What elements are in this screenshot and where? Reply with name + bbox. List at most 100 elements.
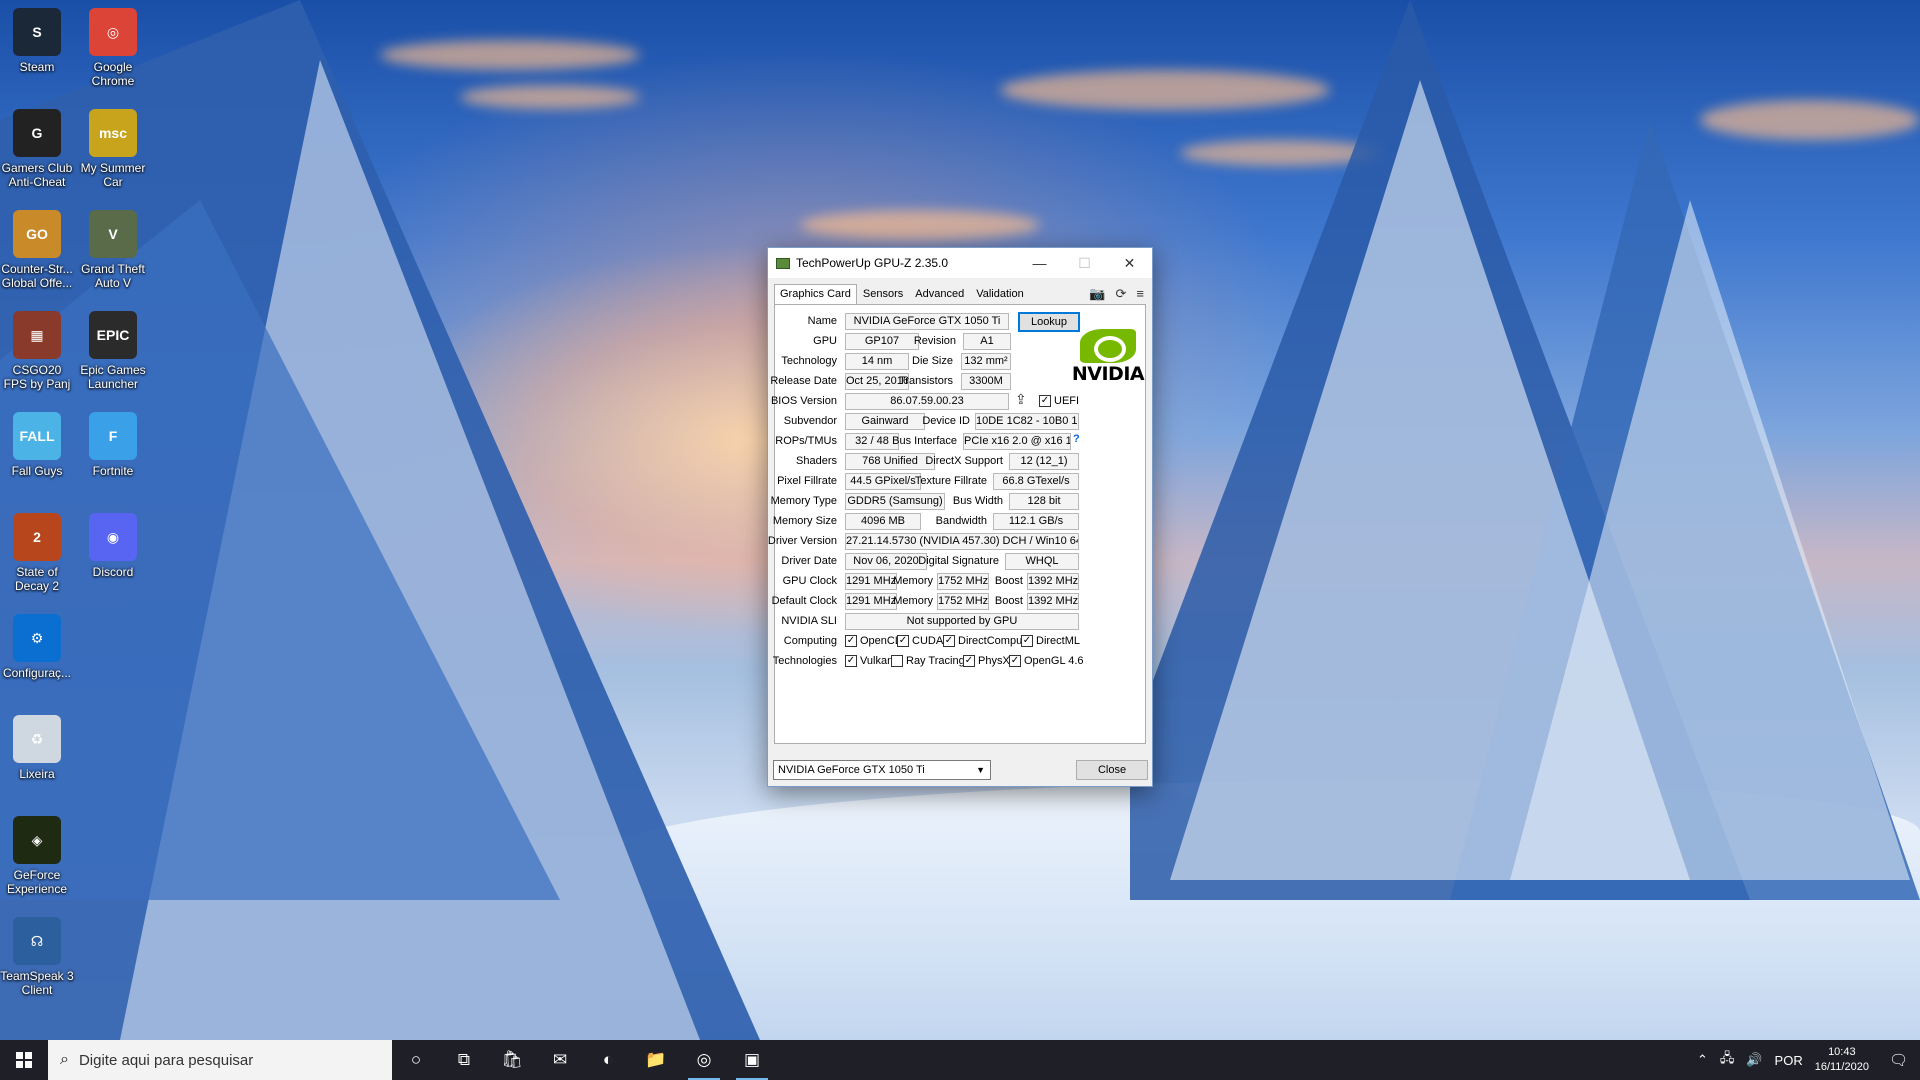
recycle-bin-icon: ♻ [13, 715, 61, 763]
gpu-field: GP107 [845, 333, 919, 350]
desktop-shortcut[interactable]: G Gamers Club Anti-Cheat [0, 109, 74, 189]
technologies-checkbox-opengl-4-6[interactable]: ✓ OpenGL 4.6 [1009, 655, 1084, 667]
desktop-shortcut[interactable]: ▦ CSGO20 FPS by Panj [0, 311, 74, 391]
taskbar-search-box[interactable]: ⌕ Digite aqui para pesquisar [48, 1040, 392, 1080]
steam-icon: S [13, 8, 61, 56]
driver-version-label: Driver Version [767, 535, 837, 547]
desktop-shortcut[interactable]: 2 State of Decay 2 [0, 513, 74, 593]
tab-validation[interactable]: Validation [970, 284, 1030, 304]
pixel-fillrate-field: 44.5 GPixel/s [845, 473, 921, 490]
computing-checkbox-cuda[interactable]: ✓ CUDA [897, 635, 943, 647]
checkbox-box[interactable]: ✓ [943, 635, 955, 647]
taskbar-mail-icon[interactable]: ✉ [536, 1040, 584, 1080]
desktop-shortcut[interactable]: ☊ TeamSpeak 3 Client [0, 917, 74, 997]
minimize-button[interactable]: — [1017, 248, 1062, 278]
computing-checkbox-directcompute[interactable]: ✓ DirectCompute [943, 635, 1031, 647]
desktop-shortcut[interactable]: F Fortnite [76, 412, 150, 478]
desktop-shortcut[interactable]: FALL Fall Guys [0, 412, 74, 478]
computing-checkbox-opencl[interactable]: ✓ OpenCL [845, 635, 901, 647]
checkbox-label: PhysX [978, 655, 1010, 667]
taskbar-task-view-icon[interactable]: ⧉ [440, 1040, 488, 1080]
desktop-shortcut[interactable]: ◈ GeForce Experience [0, 816, 74, 896]
bus-width-label: Bus Width [952, 495, 1003, 507]
desktop-shortcut[interactable]: ◉ Discord [76, 513, 150, 579]
desktop-shortcut[interactable]: GO Counter-Str... Global Offe... [0, 210, 74, 290]
title-bar[interactable]: TechPowerUp GPU-Z 2.35.0 — ☐ ✕ [768, 248, 1152, 278]
checkbox-box[interactable]: ✓ [845, 655, 857, 667]
desktop-shortcut[interactable]: V Grand Theft Auto V [76, 210, 150, 290]
default-memory-field: 1752 MHz [937, 593, 989, 610]
tab-advanced[interactable]: Advanced [909, 284, 970, 304]
computing-checkbox-directml[interactable]: ✓ DirectML [1021, 635, 1080, 647]
revision-field: A1 [963, 333, 1011, 350]
checkbox-box[interactable]: ✓ [1009, 655, 1021, 667]
taskbar-chrome-icon[interactable]: ◎ [680, 1040, 728, 1080]
technologies-checkbox-physx[interactable]: ✓ PhysX [963, 655, 1010, 667]
desktop-shortcut-label: TeamSpeak 3 Client [0, 969, 74, 997]
checkbox-box[interactable] [891, 655, 903, 667]
rops-tmus-label: ROPs/TMUs [775, 435, 837, 447]
close-button[interactable]: Close [1076, 760, 1148, 780]
technologies-checkbox-ray-tracing[interactable]: Ray Tracing [891, 655, 965, 667]
taskbar-edge-icon[interactable]: ◐ [584, 1040, 632, 1080]
desktop-shortcut[interactable]: msc My Summer Car [76, 109, 150, 189]
technologies-checkbox-vulkan[interactable]: ✓ Vulkan [845, 655, 893, 667]
refresh-icon[interactable]: ⟳ [1116, 286, 1127, 302]
clock-date: 16/11/2020 [1814, 1061, 1869, 1073]
desktop-shortcut-label: Steam [19, 60, 55, 74]
technology-field: 14 nm [845, 353, 909, 370]
shaders-label: Shaders [796, 455, 837, 467]
gpu-select-dropdown[interactable]: NVIDIA GeForce GTX 1050 Ti ▼ [773, 760, 991, 780]
nvidia-logo: NVIDIA [1071, 329, 1145, 385]
technology-label: Technology [781, 355, 837, 367]
checkbox-label: DirectML [1036, 635, 1081, 647]
teamspeak-icon: ☊ [13, 917, 61, 965]
release-date-label: Release Date [770, 375, 837, 387]
checkbox-box[interactable]: ✓ [897, 635, 909, 647]
desktop-shortcut[interactable]: S Steam [0, 8, 74, 74]
device-id-field: 10DE 1C82 - 10B0 1C82 [975, 413, 1079, 430]
language-indicator[interactable]: POR [1775, 1053, 1803, 1068]
transistors-field: 3300M [961, 373, 1011, 390]
clock[interactable]: 10:43 16/11/2020 [1815, 1045, 1869, 1075]
checkbox-label: Ray Tracing [906, 655, 965, 667]
bandwidth-label: Bandwidth [935, 515, 987, 527]
taskbar: ⌕ Digite aqui para pesquisar ○ ⧉ 🛍 ✉ ◐ 📁 ◎ ▣ ⌃ … [0, 1040, 1920, 1080]
uefi-checkbox[interactable]: ✓ UEFI [1039, 395, 1079, 407]
bus-help-icon[interactable]: ? [1073, 433, 1080, 445]
tab-sensors[interactable]: Sensors [857, 284, 909, 304]
checkbox-box[interactable]: ✓ [845, 635, 857, 647]
gpuz-window[interactable]: TechPowerUp GPU-Z 2.35.0 — ☐ ✕ Graphics … [767, 247, 1153, 787]
default-clock-field: 1291 MHz [845, 593, 897, 610]
network-icon[interactable]: 🖧 [1720, 1049, 1735, 1071]
default-memory-label: Memory [893, 595, 933, 607]
checkbox-box[interactable]: ✓ [963, 655, 975, 667]
taskbar-file-explorer-icon[interactable]: 📁 [632, 1040, 680, 1080]
desktop-shortcut[interactable]: ⚙ Configuraç... [0, 614, 74, 680]
start-button[interactable] [0, 1040, 48, 1080]
camera-icon[interactable]: 📷 [1089, 286, 1105, 302]
tab-graphics-card[interactable]: Graphics Card [774, 284, 857, 304]
tray-chevron-icon[interactable]: ⌃ [1697, 1052, 1708, 1068]
desktop-shortcut[interactable]: ♻ Lixeira [0, 715, 74, 781]
close-window-button[interactable]: ✕ [1107, 248, 1152, 278]
bus-interface-field: PCIe x16 2.0 @ x16 1.1 [963, 433, 1071, 450]
share-bios-icon[interactable]: ⇪ [1015, 391, 1027, 408]
volume-icon[interactable]: 🔊 [1746, 1052, 1762, 1068]
desktop-shortcut[interactable]: EPIC Epic Games Launcher [76, 311, 150, 391]
taskbar-store-icon[interactable]: 🛍 [488, 1040, 536, 1080]
desktop-shortcut-label: Lixeira [19, 767, 55, 781]
gpu-clock-field: 1291 MHz [845, 573, 897, 590]
driver-date-field: Nov 06, 2020 [845, 553, 927, 570]
taskbar-cortana-icon[interactable]: ○ [392, 1040, 440, 1080]
my-summer-car-icon: msc [89, 109, 137, 157]
taskbar-gpuz-icon[interactable]: ▣ [728, 1040, 776, 1080]
pine-tree-right [1130, 0, 1920, 900]
desktop-shortcut[interactable]: ◎ Google Chrome [76, 8, 150, 88]
fortnite-icon: F [89, 412, 137, 460]
desktop-shortcut-label: Gamers Club Anti-Cheat [1, 161, 73, 189]
menu-icon[interactable]: ≡ [1136, 286, 1144, 302]
notifications-icon[interactable]: 🗨 [1889, 1051, 1908, 1069]
uefi-check-box[interactable]: ✓ [1039, 395, 1051, 407]
checkbox-box[interactable]: ✓ [1021, 635, 1033, 647]
